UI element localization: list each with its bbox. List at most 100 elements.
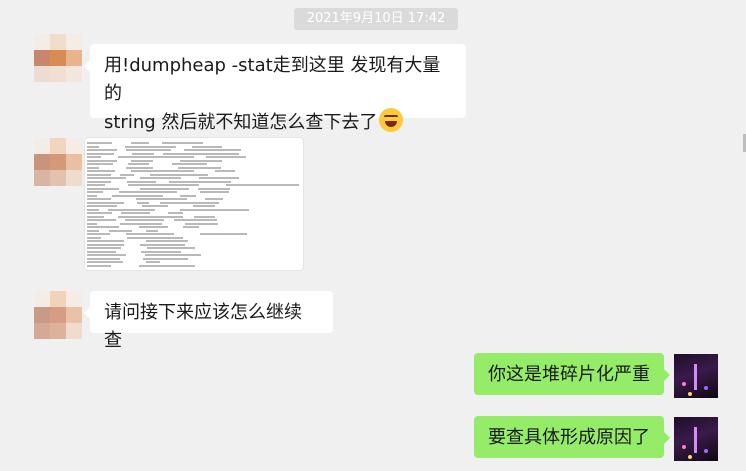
thumbnail-text-line [87, 208, 100, 211]
message-bubble-outgoing[interactable]: 你这是堆碎片化严重 [474, 353, 670, 395]
message-text-line: 用!dumpheap -stat走到这里 发现有大量的 [104, 55, 441, 104]
thumbnail-text-line [87, 170, 116, 172]
thumbnail-text-line [193, 215, 216, 218]
thumbnail-text-line [107, 208, 156, 211]
message-text: 请问接下来应该怎么继续查 [104, 302, 302, 351]
thumbnail-text-line [87, 166, 100, 169]
thumbnail-text-line [130, 159, 153, 162]
thumbnail-text-line [87, 198, 111, 200]
thumbnail-text-line [117, 156, 195, 158]
thumbnail-text-line [87, 205, 117, 207]
thumbnail-text-line [146, 247, 196, 249]
message-text-line: string 然后就不知道怎么查下去了 [104, 112, 378, 133]
thumbnail-text-line [161, 142, 203, 144]
thumbnail-text-line [168, 212, 183, 214]
thumbnail-text-line [87, 236, 101, 239]
thumbnail-text-line [127, 180, 156, 183]
thumbnail-text-line [87, 240, 125, 242]
thumbnail-text-line [119, 191, 178, 193]
thumbnail-text-line [139, 243, 185, 246]
avatar-image-detail [688, 392, 692, 396]
thumbnail-text-line [87, 254, 127, 256]
thumbnail-text-line [124, 145, 177, 148]
tears-of-joy-emoji-icon [379, 108, 404, 132]
thumbnail-text-line [125, 233, 174, 235]
thumbnail-text-line [131, 170, 195, 172]
thumbnail-text-line [87, 184, 106, 186]
thumbnail-text-line [87, 222, 98, 225]
thumbnail-text-line [180, 159, 222, 162]
thumbnail-text-line [87, 180, 111, 183]
thumbnail-text-line [145, 240, 188, 242]
thumbnail-text-line [117, 215, 184, 218]
message-bubble-incoming[interactable]: 用!dumpheap -stat走到这里 发现有大量的 string 然后就不知… [84, 44, 466, 133]
thumbnail-text-line [130, 142, 149, 144]
thumbnail-text-line [87, 261, 124, 263]
sender-avatar[interactable] [34, 138, 82, 186]
thumbnail-text-line [87, 201, 124, 204]
sender-avatar[interactable] [34, 291, 82, 339]
my-avatar[interactable] [674, 354, 718, 398]
image-message-memory-dump[interactable] [84, 137, 304, 271]
thumbnail-text-line [128, 163, 149, 165]
thumbnail-text-line [206, 156, 246, 158]
thumbnail-text-line [183, 149, 241, 151]
thumbnail-text-line [142, 205, 169, 207]
thumbnail-text-line [120, 173, 134, 176]
thumbnail-text-line [178, 166, 222, 169]
thumbnail-text-line [140, 187, 190, 190]
thumbnail-text-line [149, 173, 208, 176]
thumbnail-text-line [126, 149, 172, 151]
message-bubble-outgoing[interactable]: 要查具体形成原因了 [474, 416, 670, 458]
thumbnail-text-line [87, 142, 112, 144]
avatar-image-detail [682, 445, 686, 449]
my-avatar[interactable] [674, 417, 718, 461]
thumbnail-text-line [87, 177, 126, 179]
thumbnail-text-line [87, 229, 100, 232]
thumbnail-text-line [136, 198, 188, 200]
thumbnail-text-line [143, 257, 189, 260]
thumbnail-text-line [128, 184, 199, 186]
message-text: 要查具体形成原因了 [488, 427, 650, 448]
thumbnail-text-line [180, 208, 250, 211]
sender-avatar[interactable] [34, 34, 82, 82]
message-bubble-incoming[interactable]: 请问接下来应该怎么继续查 [84, 291, 333, 351]
thumbnail-text-line [87, 215, 104, 218]
thumbnail-text-line [199, 233, 247, 235]
thumbnail-text-line [87, 257, 120, 260]
thumbnail-text-line [87, 149, 117, 151]
thumbnail-text-line [87, 247, 121, 249]
thumbnail-text-line [139, 226, 169, 228]
thumbnail-text-line [112, 194, 164, 197]
thumbnail-text-line [120, 222, 162, 225]
thumbnail-text-line [184, 222, 219, 225]
thumbnail-text-line [126, 236, 183, 239]
avatar-image-detail [688, 455, 692, 459]
thumbnail-text-line [183, 226, 199, 228]
thumbnail-text-line [125, 219, 164, 221]
thumbnail-text-line [87, 226, 119, 228]
thumbnail-text-line [87, 156, 101, 158]
thumbnail-text-line [87, 212, 112, 214]
thumbnail-text-line [215, 170, 235, 172]
thumbnail-text-line [87, 152, 114, 155]
thumbnail-text-line [200, 191, 229, 193]
thumbnail-text-line [168, 180, 231, 183]
thumbnail-text-line [197, 187, 231, 190]
message-timestamp: 2021年9月10日 17:42 [294, 8, 458, 30]
thumbnail-text-line [145, 229, 159, 232]
thumbnail-text-line [87, 250, 117, 253]
thumbnail-text-line [159, 201, 220, 204]
thumbnail-text-line [204, 198, 224, 200]
thumbnail-text-line [198, 177, 240, 179]
thumbnail-text-line [87, 243, 124, 246]
thumbnail-text-line [140, 250, 182, 253]
thumbnail-text-line [125, 166, 153, 169]
thumbnail-text-line [140, 177, 181, 179]
avatar-image-detail [704, 386, 708, 390]
thumbnail-text-line [87, 233, 111, 235]
thumbnail-text-line [87, 145, 100, 148]
thumbnail-text-line [108, 229, 132, 232]
avatar-image-detail [694, 364, 697, 390]
avatar-image-detail [694, 427, 697, 453]
